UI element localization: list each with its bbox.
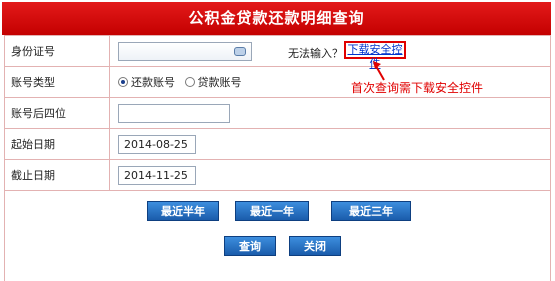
- last4-row: 账号后四位: [4, 97, 551, 129]
- end-date-label: 截止日期: [4, 159, 110, 191]
- keyboard-icon[interactable]: [234, 46, 246, 56]
- last-half-year-button[interactable]: 最近半年: [147, 201, 219, 221]
- end-date-cell: [109, 159, 551, 191]
- end-date-row: 截止日期: [4, 159, 551, 191]
- id-row: 身份证号 无法输入？ 下载安全控件: [4, 35, 551, 70]
- end-date-input[interactable]: [118, 165, 196, 185]
- button-area: 最近半年 最近一年 最近三年 查询 关闭: [4, 191, 551, 281]
- cannot-input-hint: 无法输入？: [288, 47, 343, 60]
- account-type-cell: 还款账号 贷款账号: [109, 66, 551, 98]
- last4-cell: [109, 97, 551, 129]
- radio-repayment-label: 还款账号: [131, 76, 175, 89]
- last-one-year-button[interactable]: 最近一年: [235, 201, 309, 221]
- download-annotation: 首次查询需下载安全控件: [351, 81, 484, 95]
- query-form: 身份证号 无法输入？ 下载安全控件 账号类型 还款账号 贷款账号 账号后四位: [4, 35, 551, 191]
- id-number-field[interactable]: [118, 41, 252, 61]
- radio-dot-checked-icon[interactable]: [118, 77, 128, 87]
- start-date-input[interactable]: [118, 134, 196, 154]
- last-three-years-button[interactable]: 最近三年: [331, 201, 411, 221]
- radio-dot-icon[interactable]: [184, 77, 195, 87]
- id-label: 身份证号: [4, 35, 110, 67]
- account-type-label: 账号类型: [4, 66, 110, 98]
- download-highlight-box: 下载安全控件: [344, 41, 406, 70]
- close-button[interactable]: 关闭: [289, 236, 341, 256]
- start-date-cell: [109, 128, 551, 160]
- start-date-label: 起始日期: [4, 128, 110, 160]
- last4-input[interactable]: [118, 103, 230, 123]
- id-cell: 无法输入？ 下载安全控件: [109, 35, 551, 70]
- radio-repayment-account[interactable]: 还款账号: [118, 74, 175, 90]
- radio-loan-label: 贷款账号: [197, 76, 242, 89]
- page-title: 公积金贷款还款明细查询: [2, 2, 551, 35]
- last4-label: 账号后四位: [4, 97, 110, 129]
- radio-loan-account[interactable]: 贷款账号: [184, 74, 242, 90]
- start-date-row: 起始日期: [4, 128, 551, 160]
- query-button[interactable]: 查询: [224, 236, 276, 256]
